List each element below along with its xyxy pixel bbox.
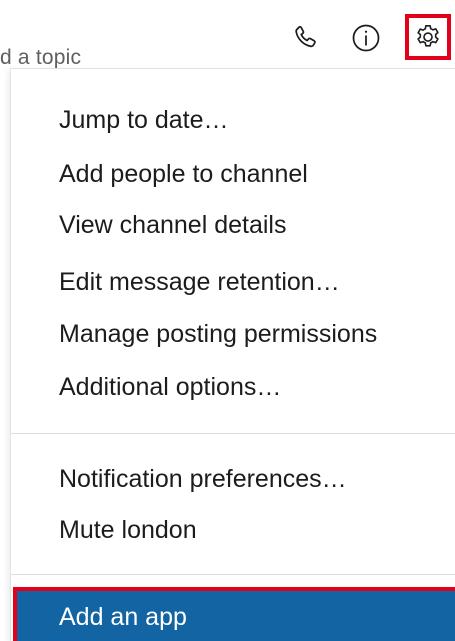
menu-item-add-people[interactable]: Add people to channel	[59, 158, 308, 190]
menu-item-additional-options[interactable]: Additional options…	[59, 371, 281, 403]
menu-item-add-an-app[interactable]: Add an app	[13, 587, 455, 641]
channel-settings-menu: Jump to date… Add people to channel View…	[10, 68, 455, 641]
phone-icon[interactable]	[286, 18, 326, 58]
channel-topic[interactable]: d a topic	[0, 46, 81, 70]
menu-divider	[11, 433, 455, 434]
menu-item-edit-message-retention[interactable]: Edit message retention…	[59, 266, 340, 298]
menu-item-view-channel-details[interactable]: View channel details	[59, 209, 286, 241]
info-icon[interactable]	[346, 18, 386, 58]
menu-divider	[11, 574, 455, 575]
settings-gear-button[interactable]	[405, 14, 451, 60]
gear-icon	[413, 22, 443, 52]
menu-item-jump-to-date[interactable]: Jump to date…	[59, 104, 229, 136]
channel-settings-view: d a topic Jump to date… Add people to ch…	[0, 0, 455, 641]
menu-item-manage-posting-permissions[interactable]: Manage posting permissions	[59, 318, 377, 350]
menu-item-notification-preferences[interactable]: Notification preferences…	[59, 463, 347, 495]
menu-item-mute-channel[interactable]: Mute london	[59, 514, 197, 546]
add-an-app-label: Add an app	[59, 603, 187, 631]
